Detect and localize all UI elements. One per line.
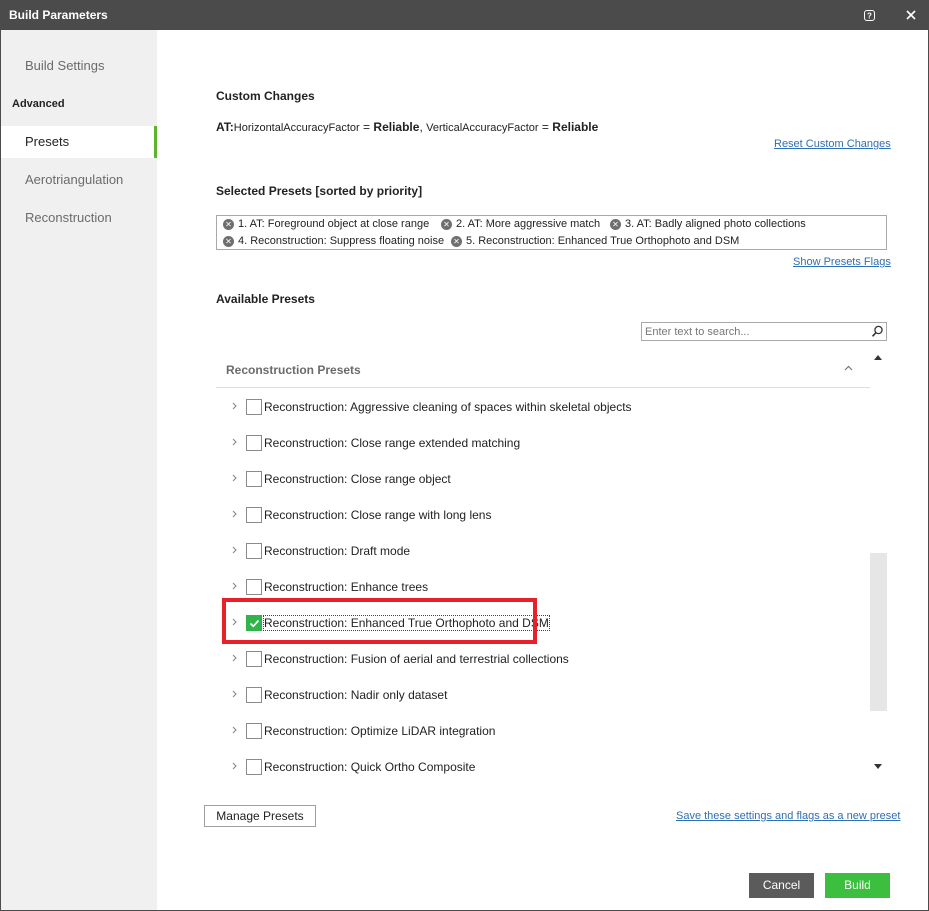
preset-label: Reconstruction: Nadir only dataset <box>264 688 448 702</box>
preset-label: Reconstruction: Optimize LiDAR integrati… <box>264 724 496 738</box>
preset-checkbox[interactable] <box>246 723 262 739</box>
custom-changes-heading: Custom Changes <box>216 89 315 103</box>
preset-label: Reconstruction: Close range object <box>264 472 451 486</box>
custom-key-horizontal: HorizontalAccuracyFactor <box>233 122 360 134</box>
preset-label: Reconstruction: Quick Ortho Composite <box>264 760 476 774</box>
chevron-right-icon[interactable] <box>231 760 239 772</box>
remove-chip-icon[interactable]: ✕ <box>223 218 234 230</box>
selected-presets-heading: Selected Presets [sorted by priority] <box>216 184 423 198</box>
custom-changes-line: AT:HorizontalAccuracyFactor = Reliable, … <box>216 120 598 134</box>
sidebar-item-presets[interactable]: Presets <box>1 126 157 158</box>
selected-preset-chip: ✕ 4. Reconstruction: Suppress floating n… <box>223 235 444 247</box>
remove-chip-icon[interactable]: ✕ <box>610 218 621 230</box>
list-item: Reconstruction: Fusion of aerial and ter… <box>216 641 870 677</box>
chevron-right-icon[interactable] <box>231 688 239 700</box>
group-label: Reconstruction Presets <box>226 363 361 377</box>
title-bar: Build Parameters ? <box>0 0 929 30</box>
preset-checkbox[interactable] <box>246 507 262 523</box>
preset-checkbox[interactable] <box>246 651 262 667</box>
remove-chip-icon[interactable]: ✕ <box>441 218 452 230</box>
remove-chip-icon[interactable]: ✕ <box>451 235 462 247</box>
preset-checkbox[interactable] <box>246 435 262 451</box>
chevron-up-icon[interactable] <box>844 363 853 374</box>
preset-checkbox[interactable] <box>246 543 262 559</box>
sidebar-item-reconstruction[interactable]: Reconstruction <box>1 202 157 234</box>
checkmark-icon <box>249 619 260 628</box>
svg-text:?: ? <box>867 11 872 20</box>
reconstruction-presets-group[interactable]: Reconstruction Presets <box>216 352 870 388</box>
custom-key-vertical: VerticalAccuracyFactor <box>426 122 539 134</box>
close-icon[interactable] <box>903 7 919 23</box>
list-item: Reconstruction: Quick Ortho Composite <box>216 749 870 775</box>
selected-preset-label: 2. AT: More aggressive match <box>456 218 601 230</box>
preset-checkbox[interactable] <box>246 759 262 775</box>
list-item: Reconstruction: Close range object <box>216 461 870 497</box>
preset-list: Reconstruction: Aggressive cleaning of s… <box>216 389 870 775</box>
scrollbar-thumb[interactable] <box>870 553 887 711</box>
list-item: Reconstruction: Close range with long le… <box>216 497 870 533</box>
chevron-right-icon[interactable] <box>231 652 239 664</box>
sidebar: Build Settings Advanced Presets Aerotria… <box>1 30 157 910</box>
selected-preset-label: 3. AT: Badly aligned photo collections <box>625 218 806 230</box>
custom-eq-1: = <box>359 120 374 134</box>
preset-label: Reconstruction: Close range with long le… <box>264 508 492 522</box>
selected-preset-chip: ✕ 3. AT: Badly aligned photo collections <box>610 218 806 230</box>
list-item: Reconstruction: Nadir only dataset <box>216 677 870 713</box>
cancel-button[interactable]: Cancel <box>749 873 814 898</box>
selected-presets-box: ✕ 1. AT: Foreground object at close rang… <box>216 215 887 250</box>
preset-label: Reconstruction: Fusion of aerial and ter… <box>264 652 569 666</box>
scroll-down-arrow-icon[interactable] <box>873 760 885 770</box>
custom-eq-2: = <box>538 120 553 134</box>
selected-preset-chip: ✕ 2. AT: More aggressive match <box>441 218 600 230</box>
custom-value-vertical: Reliable <box>552 120 599 134</box>
chevron-right-icon[interactable] <box>231 508 239 520</box>
sidebar-item-aerotriangulation[interactable]: Aerotriangulation <box>1 164 157 196</box>
available-presets-heading: Available Presets <box>216 292 315 306</box>
chevron-right-icon[interactable] <box>231 724 239 736</box>
preset-search-input[interactable] <box>645 324 865 339</box>
chevron-right-icon[interactable] <box>231 544 239 556</box>
custom-value-horizontal: Reliable <box>373 120 420 134</box>
reset-custom-changes-link[interactable]: Reset Custom Changes <box>774 138 891 150</box>
chevron-right-icon[interactable] <box>231 436 239 448</box>
list-item: Reconstruction: Enhanced True Orthophoto… <box>216 605 870 641</box>
remove-chip-icon[interactable]: ✕ <box>223 235 234 247</box>
selected-preset-label: 1. AT: Foreground object at close range <box>238 218 430 230</box>
chevron-right-icon[interactable] <box>231 472 239 484</box>
window-title: Build Parameters <box>9 8 108 22</box>
search-icon[interactable] <box>871 325 884 338</box>
list-item: Reconstruction: Close range extended mat… <box>216 425 870 461</box>
selected-preset-label: 4. Reconstruction: Suppress floating noi… <box>238 235 445 247</box>
custom-changes-prefix: AT: <box>216 120 234 134</box>
list-item: Reconstruction: Draft mode <box>216 533 870 569</box>
sidebar-item-build-settings[interactable]: Build Settings <box>1 50 157 82</box>
scroll-up-arrow-icon[interactable] <box>873 350 885 360</box>
list-item: Reconstruction: Aggressive cleaning of s… <box>216 389 870 425</box>
preset-label: Reconstruction: Aggressive cleaning of s… <box>264 400 632 414</box>
selected-preset-chip: ✕ 5. Reconstruction: Enhanced True Ortho… <box>451 235 739 247</box>
list-item: Reconstruction: Optimize LiDAR integrati… <box>216 713 870 749</box>
preset-checkbox[interactable] <box>246 687 262 703</box>
preset-search-box <box>641 322 887 341</box>
selected-preset-label: 5. Reconstruction: Enhanced True Orthoph… <box>466 235 740 247</box>
chevron-right-icon[interactable] <box>231 616 239 628</box>
show-presets-flags-link[interactable]: Show Presets Flags <box>793 256 891 268</box>
preset-label: Reconstruction: Enhanced True Orthophoto… <box>263 615 550 631</box>
preset-label: Reconstruction: Draft mode <box>264 544 411 558</box>
save-as-new-preset-link[interactable]: Save these settings and flags as a new p… <box>676 810 900 822</box>
preset-checkbox[interactable] <box>246 471 262 487</box>
build-button[interactable]: Build <box>825 873 890 898</box>
chevron-right-icon[interactable] <box>231 400 239 412</box>
preset-label: Reconstruction: Enhance trees <box>264 580 429 594</box>
chevron-right-icon[interactable] <box>231 580 239 592</box>
preset-checkbox[interactable] <box>246 579 262 595</box>
help-icon[interactable]: ? <box>861 7 877 23</box>
preset-checkbox[interactable] <box>246 399 262 415</box>
preset-checkbox-checked[interactable] <box>246 615 262 631</box>
list-item: Reconstruction: Enhance trees <box>216 569 870 605</box>
preset-label: Reconstruction: Close range extended mat… <box>264 436 521 450</box>
sidebar-section-advanced: Advanced <box>12 98 65 110</box>
manage-presets-button[interactable]: Manage Presets <box>204 805 316 827</box>
selected-preset-chip: ✕ 1. AT: Foreground object at close rang… <box>223 218 429 230</box>
